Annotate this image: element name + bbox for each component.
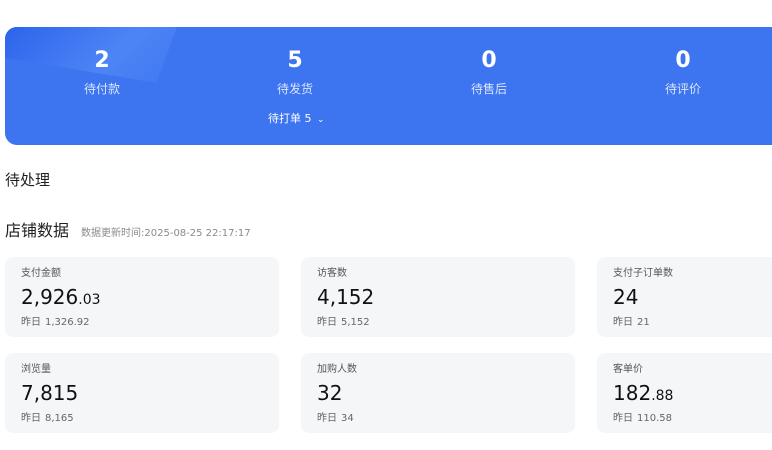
store-data-header: 店铺数据 数据更新时间: 2025-08-25 22:17:17 bbox=[5, 221, 251, 241]
previous-value: 5,152 bbox=[341, 317, 370, 328]
stat-value: 0 bbox=[481, 48, 497, 73]
update-time-value: 2025-08-25 22:17:17 bbox=[144, 228, 251, 239]
metric-value-decimal: .88 bbox=[651, 388, 674, 404]
pending-section-title: 待处理 bbox=[5, 171, 51, 189]
previous-value: 21 bbox=[637, 317, 650, 328]
metric-label: 访客数 bbox=[317, 268, 347, 279]
metric-value-int: 24 bbox=[613, 285, 639, 309]
metric-label: 加购人数 bbox=[317, 364, 357, 375]
previous-label: 昨日 bbox=[317, 317, 337, 328]
metric-label: 支付子订单数 bbox=[613, 268, 673, 279]
previous-value: 8,165 bbox=[45, 413, 74, 424]
metric-value: 2,926.03 bbox=[21, 284, 279, 313]
stat-pending-review[interactable]: 0 待评价 bbox=[603, 47, 763, 97]
metric-value-int: 182 bbox=[613, 381, 652, 405]
metric-card-add-to-cart-users[interactable]: 加购人数 32 昨日 34 bbox=[301, 353, 575, 433]
metric-value-decimal: .03 bbox=[78, 292, 101, 308]
metric-previous: 昨日 110.58 bbox=[613, 412, 772, 426]
stat-pending-payment[interactable]: 2 待付款 bbox=[22, 47, 182, 97]
metric-value-int: 32 bbox=[317, 381, 343, 405]
metric-value-int: 4,152 bbox=[317, 285, 375, 309]
previous-value: 1,326.92 bbox=[45, 317, 90, 328]
metric-previous: 昨日 21 bbox=[613, 316, 772, 330]
update-time-label: 数据更新时间: bbox=[81, 228, 145, 239]
previous-label: 昨日 bbox=[613, 413, 633, 424]
stat-value: 5 bbox=[287, 48, 303, 73]
pending-print-dropdown[interactable]: 待打单 5 ⌄ bbox=[268, 112, 325, 127]
stat-label: 待发货 bbox=[276, 82, 313, 96]
metric-value: 7,815 bbox=[21, 380, 279, 409]
metric-value: 4,152 bbox=[317, 284, 575, 313]
metric-previous: 昨日 5,152 bbox=[317, 316, 575, 330]
metric-previous: 昨日 34 bbox=[317, 412, 575, 426]
metric-value-int: 2,926 bbox=[21, 285, 79, 309]
previous-label: 昨日 bbox=[613, 317, 633, 328]
metric-previous: 昨日 8,165 bbox=[21, 412, 279, 426]
metric-card-visitors[interactable]: 访客数 4,152 昨日 5,152 bbox=[301, 257, 575, 337]
metric-label: 客单价 bbox=[613, 364, 643, 375]
stat-label: 待评价 bbox=[664, 82, 701, 96]
stat-value: 2 bbox=[94, 48, 110, 73]
metric-card-paid-suborders[interactable]: 支付子订单数 24 昨日 21 bbox=[597, 257, 772, 337]
stat-value: 0 bbox=[675, 48, 691, 73]
metric-card-avg-order-value[interactable]: 客单价 182.88 昨日 110.58 bbox=[597, 353, 772, 433]
metric-card-payment-amount[interactable]: 支付金额 2,926.03 昨日 1,326.92 bbox=[5, 257, 279, 337]
previous-label: 昨日 bbox=[317, 413, 337, 424]
stat-pending-shipment[interactable]: 5 待发货 bbox=[215, 47, 375, 97]
metric-label: 浏览量 bbox=[21, 364, 51, 375]
store-data-title: 店铺数据 bbox=[5, 221, 70, 240]
pending-print-label: 待打单 5 bbox=[268, 112, 312, 125]
metric-value: 24 bbox=[613, 284, 772, 313]
stat-label: 待付款 bbox=[83, 82, 120, 96]
metric-label: 支付金额 bbox=[21, 268, 61, 279]
chevron-down-icon: ⌄ bbox=[317, 115, 325, 125]
metric-card-page-views[interactable]: 浏览量 7,815 昨日 8,165 bbox=[5, 353, 279, 433]
metric-value: 182.88 bbox=[613, 380, 772, 409]
previous-value: 110.58 bbox=[637, 413, 672, 424]
metric-previous: 昨日 1,326.92 bbox=[21, 316, 279, 330]
previous-label: 昨日 bbox=[21, 413, 41, 424]
order-status-banner: 2 待付款 5 待发货 0 待售后 0 待评价 待打单 5 ⌄ bbox=[5, 27, 772, 145]
stat-pending-aftersales[interactable]: 0 待售后 bbox=[409, 47, 569, 97]
metric-value: 32 bbox=[317, 380, 575, 409]
previous-value: 34 bbox=[341, 413, 354, 424]
stat-label: 待售后 bbox=[470, 82, 507, 96]
metric-value-int: 7,815 bbox=[21, 381, 79, 405]
previous-label: 昨日 bbox=[21, 317, 41, 328]
